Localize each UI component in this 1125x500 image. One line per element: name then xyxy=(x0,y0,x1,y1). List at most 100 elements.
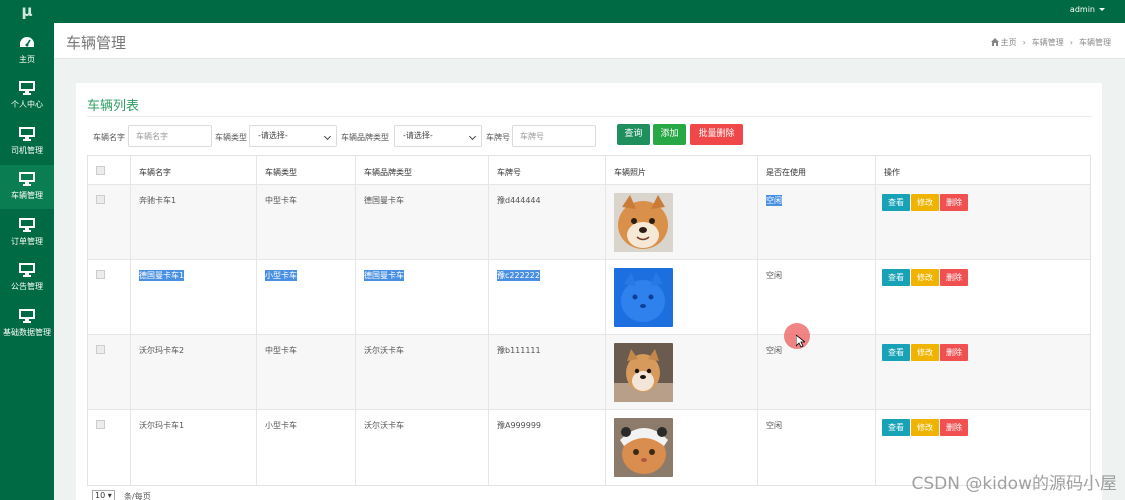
sidebar-item-label: 个人中心 xyxy=(11,100,43,109)
row-checkbox-cell xyxy=(88,185,131,259)
cell-status: 空闲 xyxy=(758,185,876,259)
status-text: 空闲 xyxy=(766,271,782,280)
vehicle-name-input[interactable] xyxy=(128,125,212,147)
cell-text: 沃尔玛卡车1 xyxy=(139,421,185,430)
sidebar-item-label: 公告管理 xyxy=(11,282,43,291)
brand-type-select[interactable]: -请选择- xyxy=(394,125,482,147)
cell-type: 小型卡车 xyxy=(257,260,356,334)
cell-plate: 豫d444444 xyxy=(489,185,606,259)
breadcrumb-current: 车辆管理 xyxy=(1079,38,1111,47)
breadcrumb-home[interactable]: 主页 xyxy=(1001,38,1017,47)
cell-text: 中型卡车 xyxy=(265,196,297,205)
header-cell: 车辆类型 xyxy=(257,156,356,184)
sidebar-item-label: 车辆管理 xyxy=(11,191,43,200)
monitor-icon xyxy=(19,263,35,277)
status-text: 空闲 xyxy=(766,346,782,355)
table-row: 奔驰卡车1 中型卡车 德国曼卡车 豫d444444 空闲 查看 修改 删除 xyxy=(88,185,1090,260)
view-button[interactable]: 查看 xyxy=(882,344,910,361)
search-form: 车辆名字 车辆类型 -请选择- 车辆品牌类型 -请选择- 车牌号 查询 添加 批… xyxy=(76,124,1102,150)
sidebar-item-notices[interactable]: 公告管理 xyxy=(0,256,54,300)
page-header: 车辆管理 主页 › 车辆管理 › 车辆管理 xyxy=(54,23,1125,59)
cell-name: 奔驰卡车1 xyxy=(131,185,257,259)
cell-type: 中型卡车 xyxy=(257,185,356,259)
header-label: 车辆名字 xyxy=(139,168,171,177)
sidebar-item-vehicles[interactable]: 车辆管理 xyxy=(0,165,54,209)
edit-button[interactable]: 修改 xyxy=(911,344,939,361)
sidebar-item-base-data[interactable]: 基础数据管理 xyxy=(0,302,54,346)
cat-photo[interactable] xyxy=(614,418,673,477)
header-label: 操作 xyxy=(884,168,900,177)
header-cell: 车辆名字 xyxy=(131,156,257,184)
monitor-icon xyxy=(19,81,35,95)
header-cell: 车辆品牌类型 xyxy=(356,156,489,184)
cell-text: 豫A999999 xyxy=(497,421,542,430)
cell-brand: 沃尔沃卡车 xyxy=(356,410,489,485)
row-actions: 查看 修改 删除 xyxy=(882,419,969,436)
header-cell: 车辆照片 xyxy=(606,156,758,184)
top-bar: μ admin xyxy=(0,0,1125,23)
view-button[interactable]: 查看 xyxy=(882,419,910,436)
view-button[interactable]: 查看 xyxy=(882,194,910,211)
batch-delete-button[interactable]: 批量删除 xyxy=(690,124,743,145)
row-checkbox[interactable] xyxy=(96,345,105,354)
select-all-checkbox[interactable] xyxy=(96,166,105,175)
select-value: -请选择- xyxy=(403,131,433,140)
cell-brand: 德国曼卡车 xyxy=(356,185,489,259)
chevron-down-icon xyxy=(468,132,477,141)
cell-text: 沃尔沃卡车 xyxy=(364,346,404,355)
brand-label: 车辆品牌类型 xyxy=(341,133,389,142)
cell-text: 小型卡车 xyxy=(265,270,297,281)
chevron-right-icon: › xyxy=(1069,38,1073,47)
user-menu[interactable]: admin xyxy=(1070,0,1105,23)
cell-text: 奔驰卡车1 xyxy=(139,196,177,205)
sidebar-item-label: 主页 xyxy=(19,55,35,64)
plate-number-input[interactable] xyxy=(512,125,596,147)
delete-button[interactable]: 删除 xyxy=(940,419,968,436)
sidebar-item-orders[interactable]: 订单管理 xyxy=(0,211,54,255)
cell-plate: 豫A999999 xyxy=(489,410,606,485)
header-checkbox-cell xyxy=(88,156,131,184)
header-cell: 操作 xyxy=(876,156,1092,184)
page-size-select[interactable]: 10 ▾ xyxy=(92,490,115,500)
watermark: CSDN @kidow的源码小屋 xyxy=(911,474,1117,494)
blue-tinted-photo[interactable] xyxy=(614,268,673,327)
row-checkbox-cell xyxy=(88,260,131,334)
vehicle-list-card: 车辆列表 车辆名字 车辆类型 -请选择- 车辆品牌类型 -请选择- 车牌号 查询… xyxy=(76,83,1102,500)
edit-button[interactable]: 修改 xyxy=(911,419,939,436)
cell-plate: 豫c222222 xyxy=(489,260,606,334)
puppy-photo[interactable] xyxy=(614,343,673,402)
cell-name: 沃尔玛卡车2 xyxy=(131,335,257,409)
table-row: 沃尔玛卡车2 中型卡车 沃尔沃卡车 豫b111111 空闲 查看 修改 删除 xyxy=(88,335,1090,410)
sidebar-item-label: 订单管理 xyxy=(11,237,43,246)
view-button[interactable]: 查看 xyxy=(882,269,910,286)
delete-button[interactable]: 删除 xyxy=(940,344,968,361)
monitor-icon xyxy=(19,218,35,232)
mouse-cursor-icon xyxy=(796,335,805,348)
breadcrumb-item[interactable]: 车辆管理 xyxy=(1032,38,1064,47)
edit-button[interactable]: 修改 xyxy=(911,194,939,211)
sidebar-item-home[interactable]: 主页 xyxy=(0,29,54,73)
header-label: 车辆类型 xyxy=(265,168,297,177)
add-button[interactable]: 添加 xyxy=(653,124,686,145)
page-size-value: 10 xyxy=(95,491,106,500)
sidebar-item-profile[interactable]: 个人中心 xyxy=(0,74,54,118)
shiba-photo[interactable] xyxy=(614,193,673,252)
cell-type: 中型卡车 xyxy=(257,335,356,409)
delete-button[interactable]: 删除 xyxy=(940,194,968,211)
header-label: 车辆品牌类型 xyxy=(364,168,412,177)
cell-text: 豫c222222 xyxy=(497,270,540,281)
row-checkbox[interactable] xyxy=(96,270,105,279)
app-logo[interactable]: μ xyxy=(0,0,54,23)
sidebar-item-drivers[interactable]: 司机管理 xyxy=(0,120,54,164)
cell-name: 德国曼卡车1 xyxy=(131,260,257,334)
row-checkbox[interactable] xyxy=(96,420,105,429)
username: admin xyxy=(1069,5,1095,14)
cell-name: 沃尔玛卡车1 xyxy=(131,410,257,485)
query-button[interactable]: 查询 xyxy=(617,124,650,145)
edit-button[interactable]: 修改 xyxy=(911,269,939,286)
delete-button[interactable]: 删除 xyxy=(940,269,968,286)
plate-label: 车牌号 xyxy=(486,133,510,142)
vehicle-type-select[interactable]: -请选择- xyxy=(249,125,337,147)
row-actions: 查看 修改 删除 xyxy=(882,344,969,361)
row-checkbox[interactable] xyxy=(96,195,105,204)
